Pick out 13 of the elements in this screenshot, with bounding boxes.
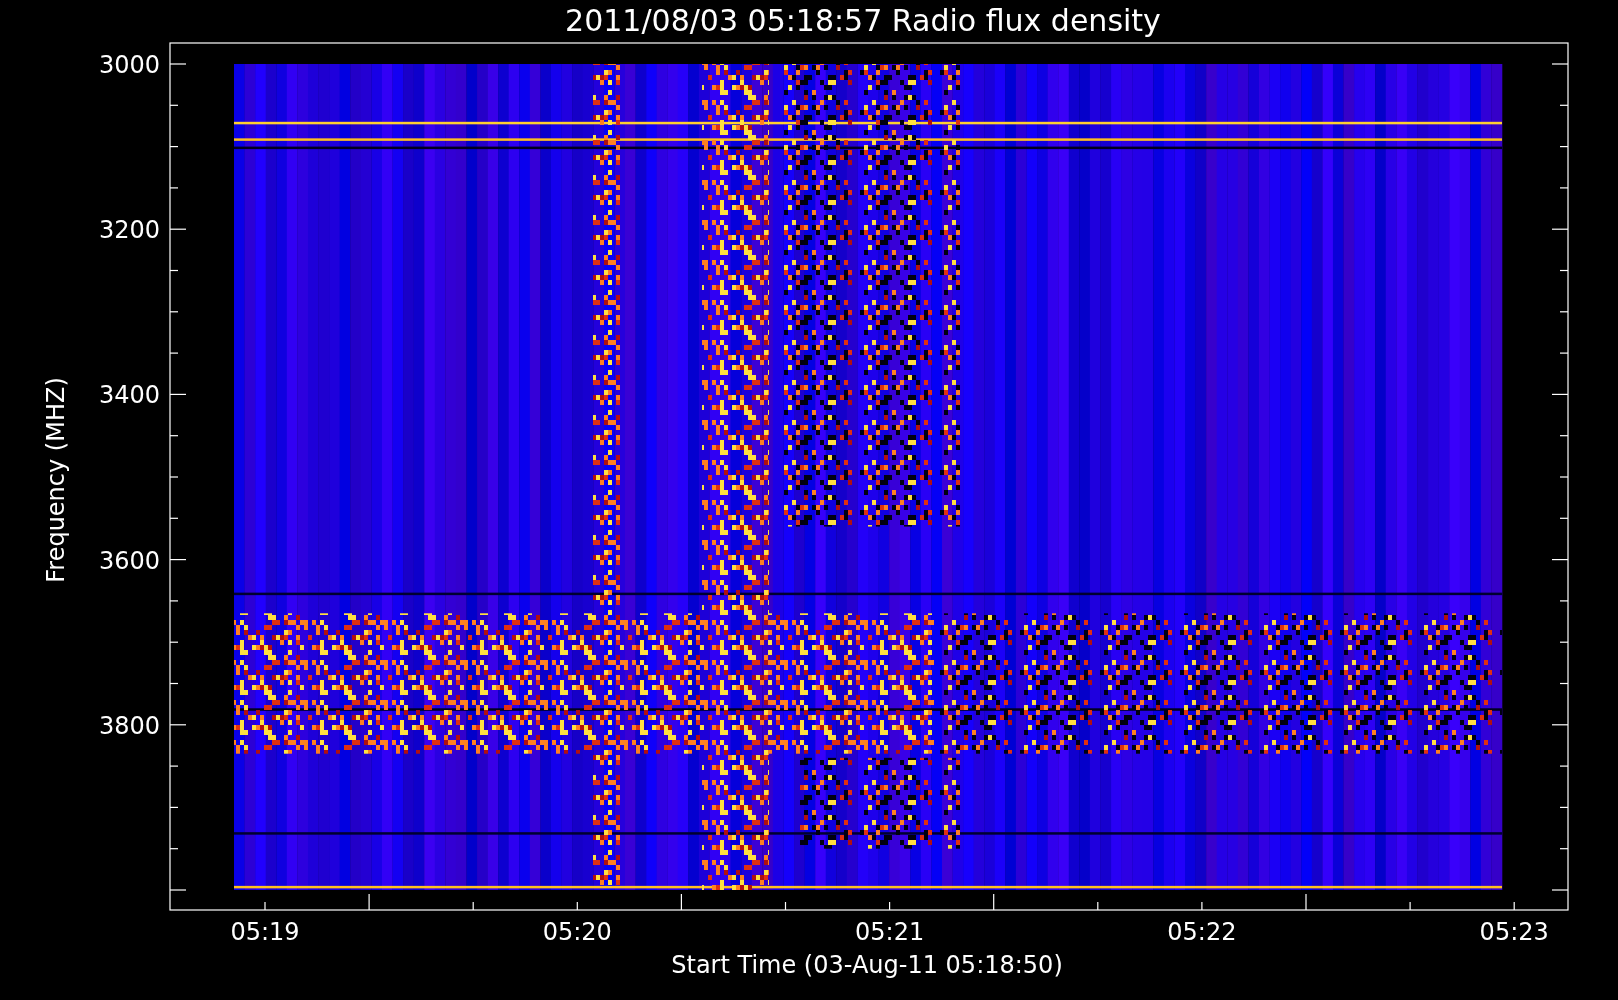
x-tick-label: 05:22: [1167, 918, 1237, 946]
y-tick-label: 3200: [98, 216, 160, 245]
y-tick-label: 3800: [98, 711, 160, 740]
plot-title: 2011/08/03 05:18:57 Radio flux density: [565, 3, 1161, 38]
y-axis-label: Frequency (MHZ): [42, 377, 70, 583]
x-tick-label: 05:21: [855, 918, 925, 946]
x-axis-label: Start Time (03-Aug-11 05:18:50): [671, 951, 1063, 979]
y-tick-label: 3000: [98, 51, 160, 79]
x-tick-label: 05:19: [230, 918, 300, 946]
x-tick-label: 05:20: [542, 918, 612, 946]
y-tick-label: 3600: [98, 546, 160, 575]
y-tick-label: 3400: [98, 381, 160, 410]
x-tick-label: 05:23: [1479, 918, 1549, 946]
